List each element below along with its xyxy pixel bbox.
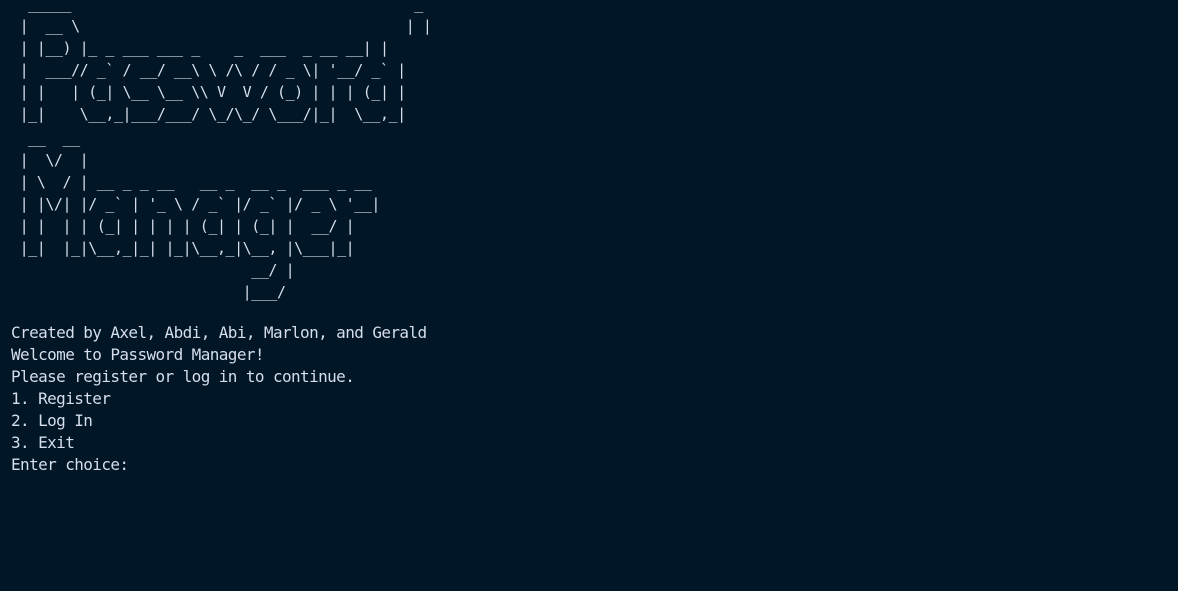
terminal-output: Created by Axel, Abdi, Abi, Marlon, and … — [11, 322, 435, 476]
menu-option-exit: 3. Exit — [11, 433, 75, 452]
prompt-row: Enter choice: — [11, 454, 435, 476]
credits-line: Created by Axel, Abdi, Abi, Marlon, and … — [11, 323, 427, 342]
welcome-line: Welcome to Password Manager! — [11, 345, 265, 364]
choice-input[interactable] — [134, 454, 435, 476]
instruction-line: Please register or log in to continue. — [11, 367, 355, 386]
choice-prompt-label: Enter choice: — [11, 455, 129, 474]
terminal-window[interactable]: _____ _ | __ \ | | | |__) |_ _ ___ ___ _… — [0, 0, 1178, 591]
menu-option-register: 1. Register — [11, 389, 111, 408]
ascii-banner-password: _____ _ | __ \ | | | |__) |_ _ ___ ___ _… — [19, 0, 432, 123]
ascii-banner-manager: __ __ | \/ | | \ / | __ _ _ __ __ _ __ _… — [19, 129, 381, 301]
menu-option-login: 2. Log In — [11, 411, 93, 430]
